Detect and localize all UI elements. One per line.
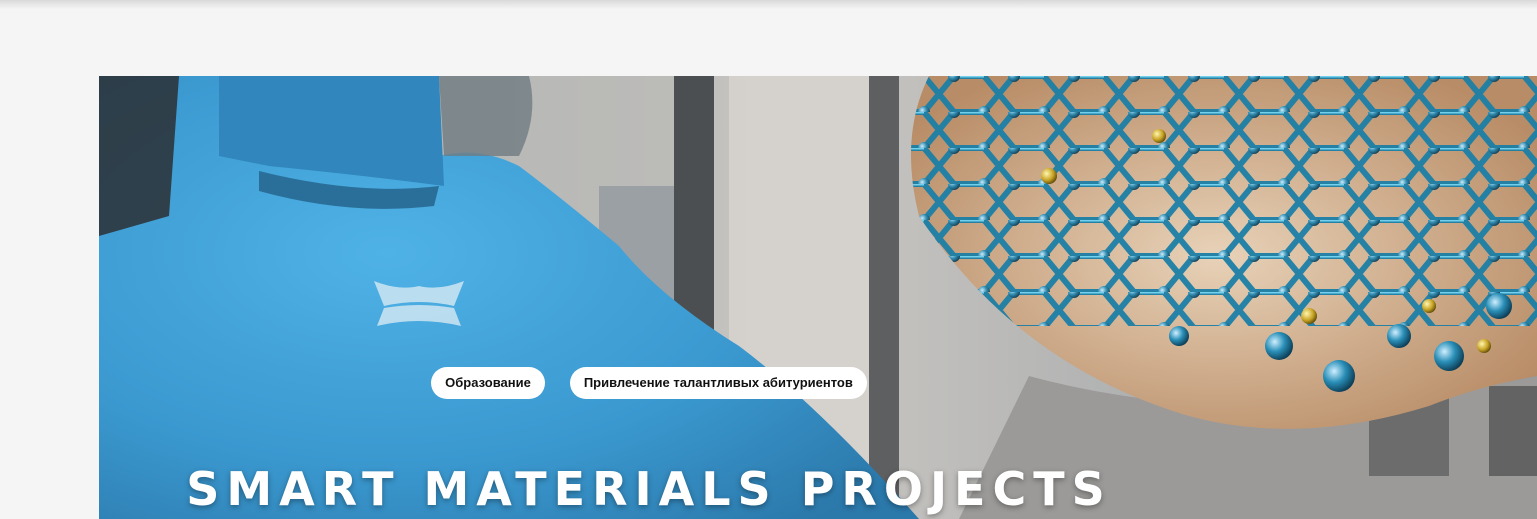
header-shadow bbox=[0, 0, 1537, 9]
hero-banner[interactable]: Образование Привлечение талантливых абит… bbox=[99, 76, 1537, 519]
tag-talent-attraction[interactable]: Привлечение талантливых абитуриентов bbox=[569, 367, 867, 399]
tag-education[interactable]: Образование bbox=[431, 367, 545, 399]
hero-background-image bbox=[99, 76, 1537, 519]
hero-tags: Образование Привлечение талантливых абит… bbox=[99, 367, 1199, 399]
hero-title: SMART MATERIALS PROJECTS bbox=[186, 461, 1112, 516]
